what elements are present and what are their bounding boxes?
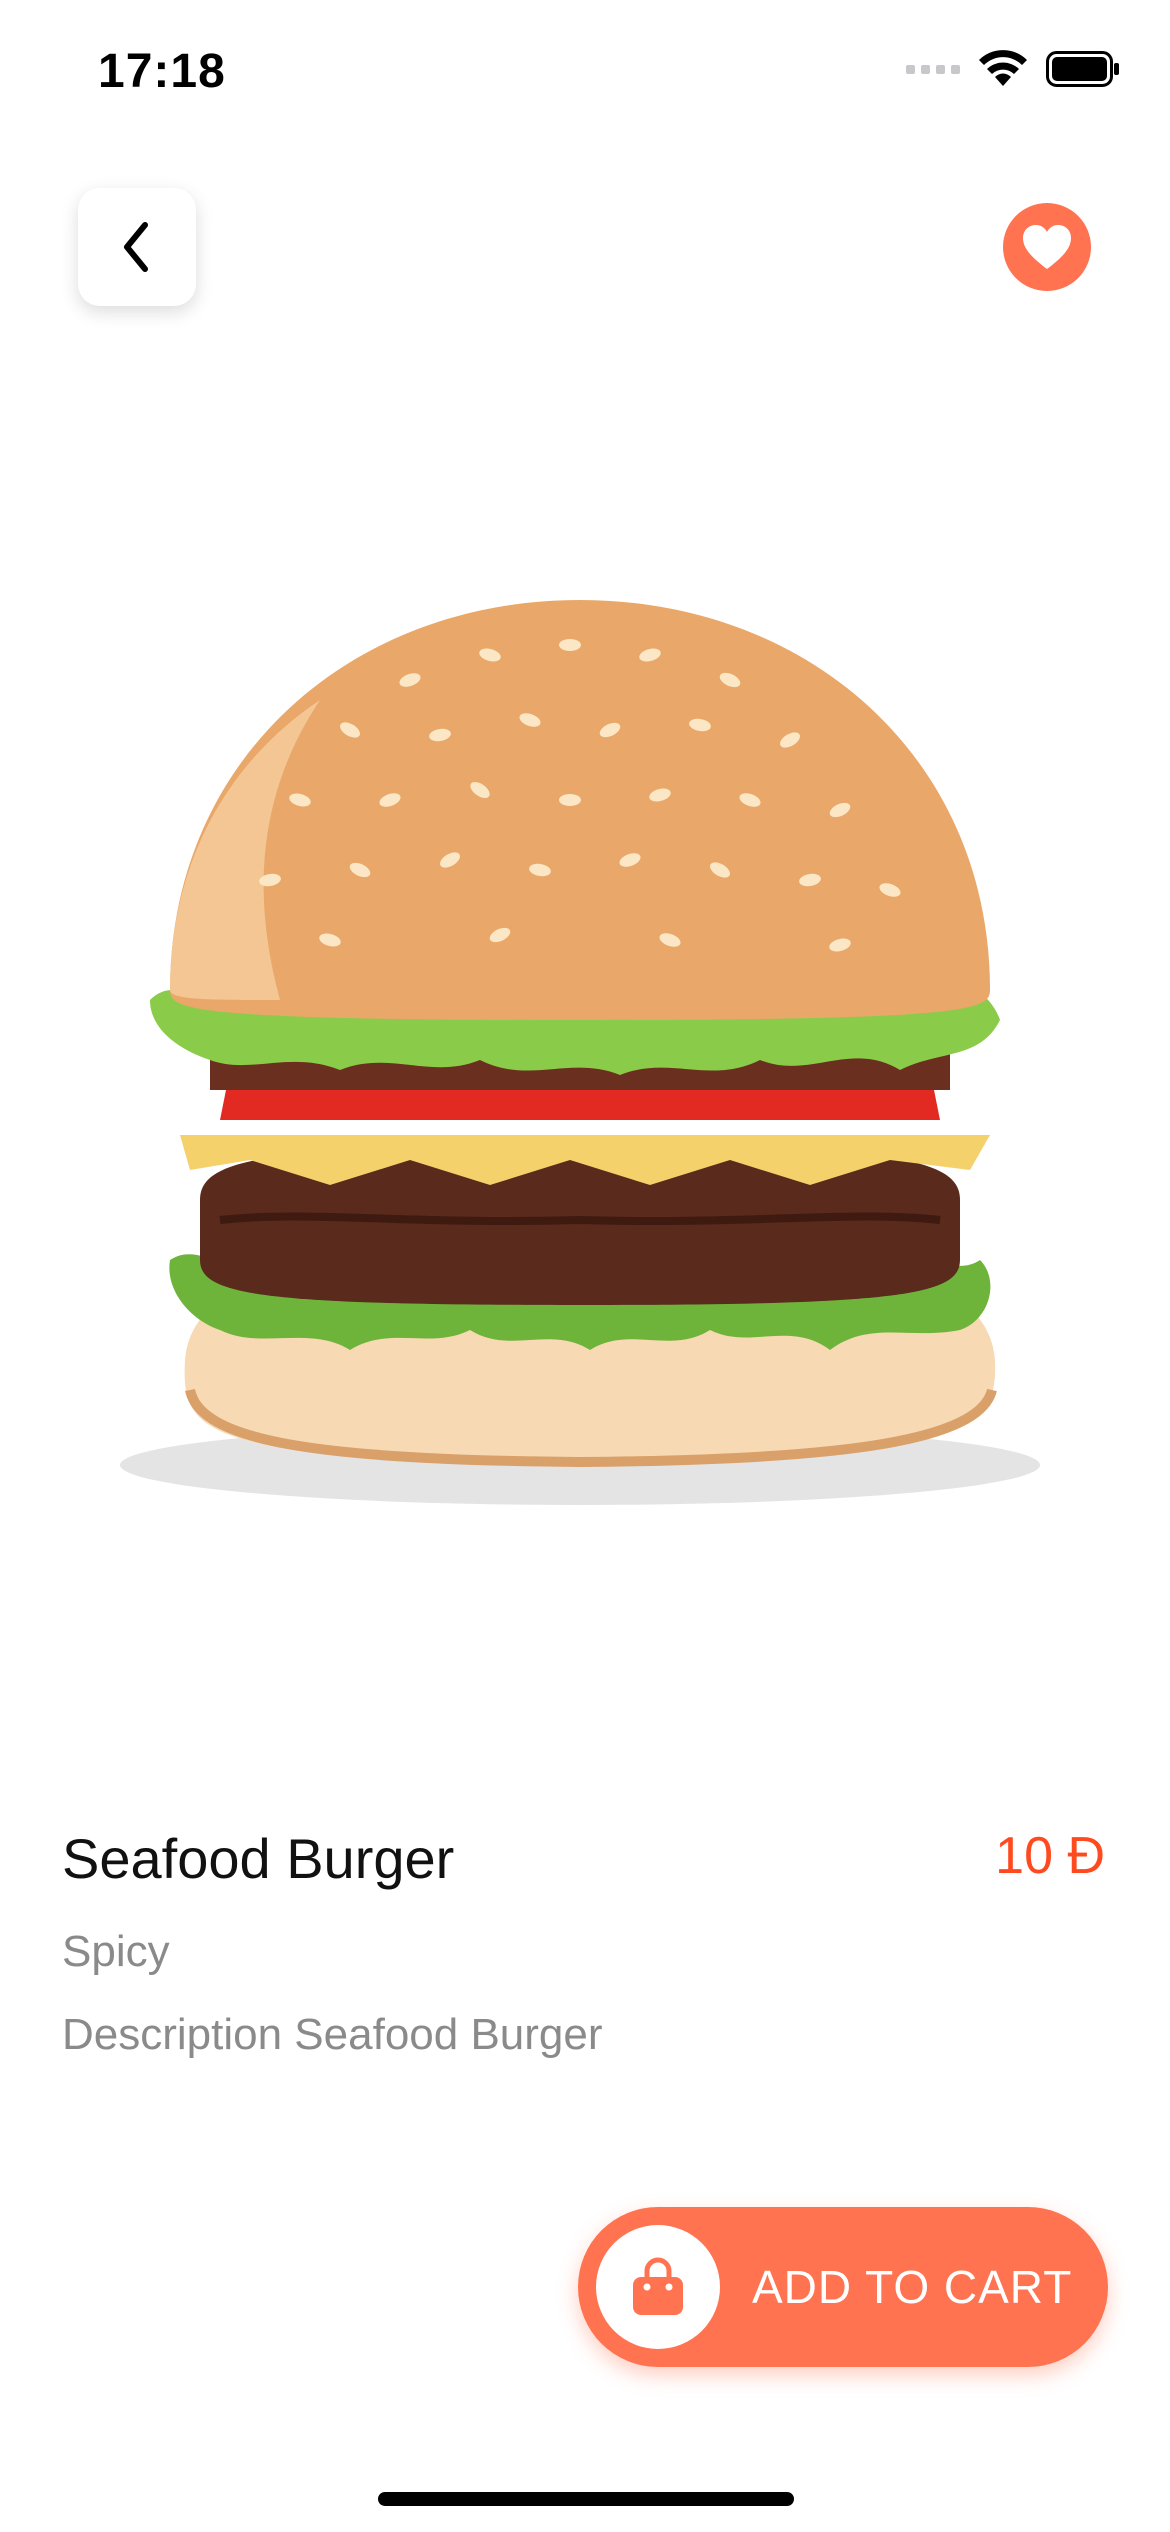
chevron-left-icon (124, 222, 148, 272)
status-bar: 17:18 (0, 0, 1170, 140)
favorite-button[interactable] (1003, 203, 1091, 291)
battery-icon (1046, 51, 1119, 87)
product-category: Spicy (62, 1927, 170, 1976)
status-icons (906, 50, 1120, 88)
home-indicator (378, 2492, 794, 2506)
product-detail-screen: 17:18 Seafood Burger 10 Đ Spicy Descript… (0, 0, 1170, 2532)
product-description: Description Seafood Burger (62, 2010, 603, 2059)
product-image (120, 600, 1040, 1505)
product-price: 10 Đ (995, 1827, 1105, 1885)
heart-icon (1023, 225, 1071, 269)
cart-icon-circle (596, 2225, 720, 2349)
back-button[interactable] (78, 188, 196, 306)
product-name: Seafood Burger (62, 1827, 455, 1890)
wifi-icon (979, 50, 1027, 86)
shopping-bag-icon (633, 2257, 683, 2315)
cellular-signal-icon (906, 64, 960, 74)
add-to-cart-label: ADD TO CART (752, 2261, 1073, 2313)
add-to-cart-button[interactable]: ADD TO CART (578, 2207, 1108, 2367)
status-time: 17:18 (98, 45, 226, 98)
